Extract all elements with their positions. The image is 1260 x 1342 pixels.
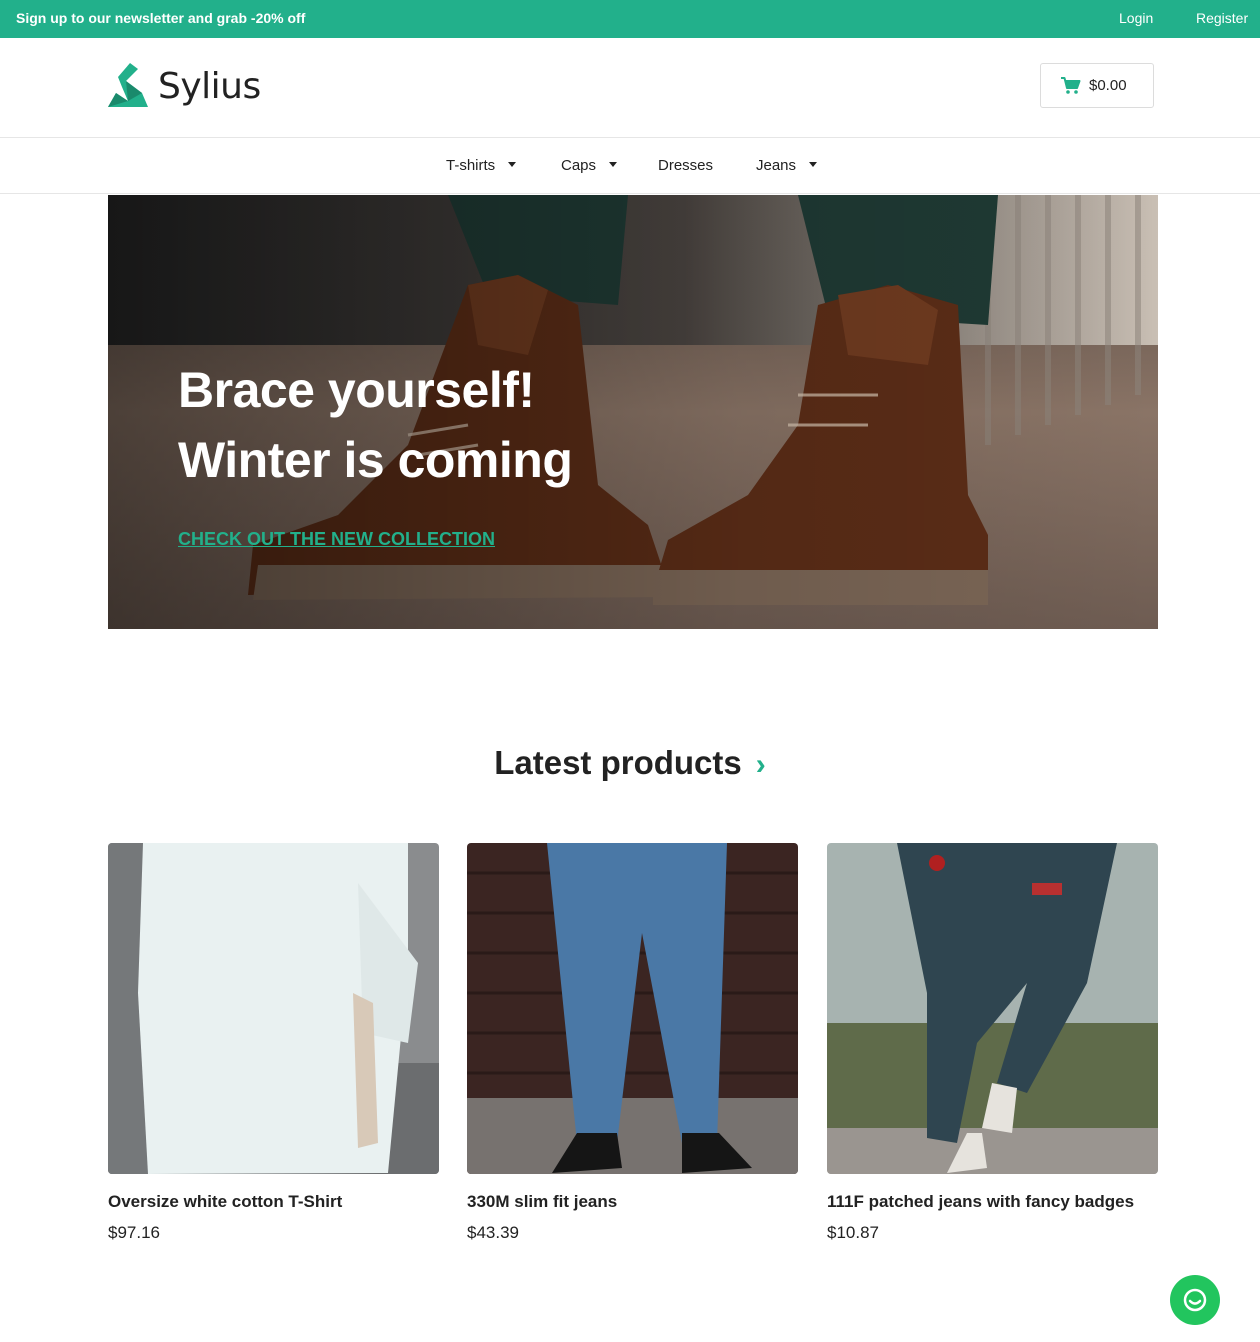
chevron-right-icon: › [755,748,766,781]
latest-products-heading[interactable]: Latest products › [0,744,1260,782]
product-card[interactable]: Oversize white cotton T-Shirt $97.16 [108,843,439,1243]
logo-text: Sylius [158,65,261,107]
hero-title: Brace yourself! Winter is coming [178,355,573,495]
product-image-slim-jeans[interactable] [467,843,798,1174]
product-card[interactable]: 111F patched jeans with fancy badges $10… [827,843,1158,1243]
cart-button[interactable]: $0.00 [1040,63,1154,108]
product-name[interactable]: 111F patched jeans with fancy badges [827,1192,1158,1212]
nav-item-label: Dresses [658,157,714,174]
chat-button[interactable] [1170,1275,1220,1325]
latest-products-title: Latest products [494,744,742,781]
main-nav: T-shirts Caps Dresses Jeans [0,138,1260,194]
caret-down-icon [508,162,517,167]
site-header: Sylius $0.00 [0,38,1260,138]
newsletter-bar: Sign up to our newsletter and grab -20% … [0,0,1260,38]
register-link[interactable]: Register [1196,10,1248,26]
product-price: $97.16 [108,1223,160,1242]
product-price: $43.39 [467,1223,519,1242]
product-card[interactable]: 330M slim fit jeans $43.39 [467,843,798,1243]
product-price: $10.87 [827,1223,879,1242]
new-collection-link[interactable]: CHECK OUT THE NEW COLLECTION [178,529,495,550]
sylius-logo-icon [108,63,148,107]
hero-title-line1: Brace yourself! [178,362,535,418]
nav-item-label: T-shirts [446,157,496,174]
caret-down-icon [609,162,618,167]
nav-item-tshirts[interactable]: T-shirts [446,157,517,174]
hero-title-line2: Winter is coming [178,432,573,488]
cart-icon [1061,76,1081,94]
product-image-patched-jeans[interactable] [827,843,1158,1174]
nav-item-label: Jeans [756,157,797,174]
cart-total: $0.00 [1089,77,1127,94]
site-logo[interactable]: Sylius [108,62,261,110]
nav-item-label: Caps [561,157,597,174]
product-image-tshirt[interactable] [108,843,439,1174]
nav-item-dresses[interactable]: Dresses [658,157,713,174]
hero-banner: Brace yourself! Winter is coming CHECK O… [108,195,1158,629]
login-link[interactable]: Login [1119,10,1153,26]
product-name[interactable]: Oversize white cotton T-Shirt [108,1192,439,1212]
newsletter-promo[interactable]: Sign up to our newsletter and grab -20% … [16,10,305,26]
caret-down-icon [809,162,818,167]
nav-item-caps[interactable]: Caps [561,157,618,174]
product-name[interactable]: 330M slim fit jeans [467,1192,798,1212]
chat-icon [1183,1288,1207,1312]
nav-item-jeans[interactable]: Jeans [756,157,818,174]
